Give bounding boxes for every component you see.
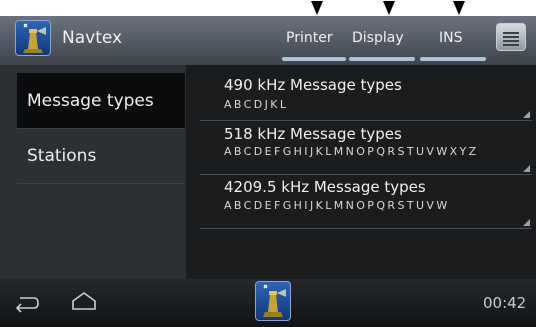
- navtex-screen: Navtex Printer Display INS Message types…: [0, 0, 536, 327]
- tab-display[interactable]: Display: [352, 30, 404, 46]
- navigation-bar: 00:42: [0, 279, 536, 327]
- list-item[interactable]: 518 kHz Message types ABCDEFGHIJKLMNOPQR…: [200, 121, 532, 175]
- tab-ins-indicator: [420, 57, 486, 61]
- message-types-list: 490 kHz Message types ABCDJKL 518 kHz Me…: [186, 65, 536, 279]
- app-title: Navtex: [62, 28, 123, 48]
- tab-ins[interactable]: INS: [439, 30, 463, 46]
- home-icon[interactable]: [70, 290, 98, 312]
- tab-printer-indicator: [282, 57, 346, 61]
- message-type-letters: ABCDEFGHIJKLMNOPQRSTUVW: [224, 199, 450, 212]
- app-header: Navtex Printer Display INS: [0, 16, 536, 65]
- back-icon[interactable]: [14, 293, 40, 313]
- navtex-lighthouse-icon[interactable]: [15, 20, 51, 56]
- sidebar-item-label: Message types: [27, 91, 154, 111]
- sidebar-item-stations[interactable]: Stations: [17, 128, 185, 184]
- navtex-lighthouse-icon[interactable]: [255, 281, 291, 321]
- annotation-strip: [0, 0, 536, 16]
- list-item[interactable]: 4209.5 kHz Message types ABCDEFGHIJKLMNO…: [200, 175, 532, 229]
- annotation-arrow-icon: [311, 1, 323, 15]
- sidebar-item-label: Stations: [27, 146, 97, 166]
- clock-time: 00:42: [483, 294, 527, 312]
- message-type-letters: ABCDJKL: [224, 98, 289, 111]
- tab-display-indicator: [349, 57, 415, 61]
- corner-indicator-icon: [523, 165, 530, 172]
- sidebar-item-message-types[interactable]: Message types: [17, 73, 185, 129]
- sidebar: Message types Stations: [0, 65, 186, 279]
- tab-printer[interactable]: Printer: [286, 30, 333, 46]
- menu-list-icon[interactable]: [496, 23, 526, 51]
- annotation-arrow-icon: [453, 1, 465, 15]
- message-type-title: 4209.5 kHz Message types: [224, 178, 426, 196]
- annotation-arrow-icon: [383, 1, 395, 15]
- list-item[interactable]: 490 kHz Message types ABCDJKL: [200, 67, 532, 121]
- corner-indicator-icon: [523, 219, 530, 226]
- message-type-title: 518 kHz Message types: [224, 125, 402, 143]
- message-type-title: 490 kHz Message types: [224, 76, 402, 94]
- message-type-letters: ABCDEFGHIJKLMNOPQRSTUVWXYZ: [224, 145, 479, 158]
- corner-indicator-icon: [523, 111, 530, 118]
